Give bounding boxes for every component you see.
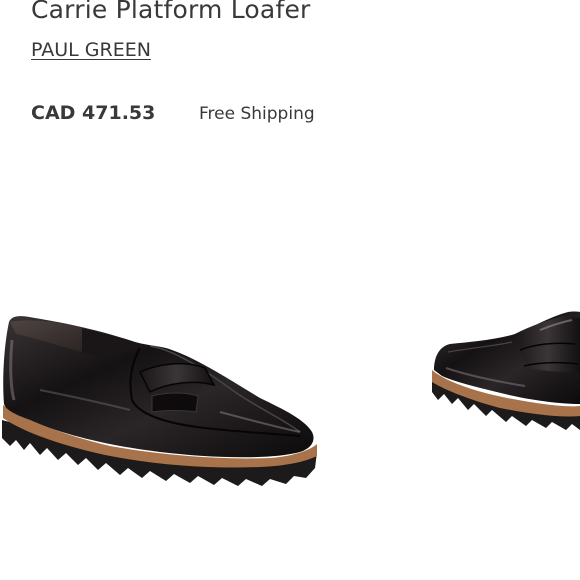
shipping-label: Free Shipping [199, 104, 315, 124]
product-image[interactable] [0, 290, 580, 500]
product-price: CAD 471.53 [31, 102, 156, 124]
right-loafer-icon [432, 311, 580, 430]
brand-link[interactable]: PAUL GREEN [31, 38, 151, 62]
left-loafer-icon [2, 316, 317, 486]
product-title: Carrie Platform Loafer [31, 0, 311, 24]
